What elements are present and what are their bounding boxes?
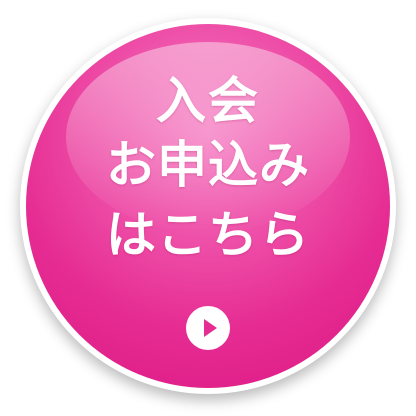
page: 入会 お申込み はこちら bbox=[0, 0, 416, 416]
label-line-join: 入会 bbox=[156, 72, 260, 130]
membership-signup-button[interactable]: 入会 お申込み はこちら bbox=[26, 24, 390, 388]
label-line-apply: お申込み bbox=[106, 136, 310, 194]
label-line-here: はこちら bbox=[106, 206, 310, 264]
button-label: 入会 お申込み はこちら bbox=[26, 70, 390, 272]
play-circle-icon bbox=[186, 306, 230, 350]
